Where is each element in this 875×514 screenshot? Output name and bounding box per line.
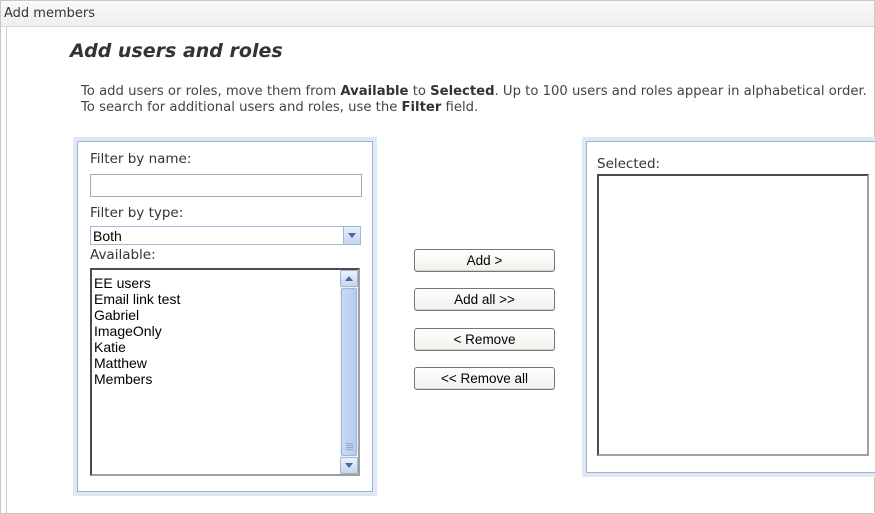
- filter-by-name-input[interactable]: [90, 174, 362, 197]
- list-item[interactable]: Email link test: [94, 291, 180, 307]
- add-members-window: Add members Add users and roles To add u…: [0, 0, 875, 514]
- filter-by-type-label: Filter by type:: [90, 205, 184, 221]
- available-panel: Filter by name: Filter by type: Both Ava…: [77, 141, 373, 492]
- scroll-down-arrow-icon[interactable]: [340, 457, 358, 474]
- available-scrollbar[interactable]: [340, 270, 358, 474]
- remove-all-button[interactable]: << Remove all: [414, 367, 555, 390]
- instructions-text: To add users or roles, move them from Av…: [81, 84, 871, 116]
- instructions-filter-word: Filter: [401, 100, 442, 115]
- scroll-thumb[interactable]: [341, 288, 357, 456]
- scroll-grip-icon: [346, 443, 353, 444]
- list-item[interactable]: Members: [94, 371, 180, 387]
- scroll-up-arrow-icon[interactable]: [340, 270, 358, 287]
- selected-listbox[interactable]: [597, 174, 869, 456]
- list-item[interactable]: EE users: [94, 275, 180, 291]
- filter-by-type-select[interactable]: Both: [90, 226, 361, 245]
- remove-button[interactable]: < Remove: [414, 328, 555, 351]
- window-titlebar: Add members: [1, 1, 874, 27]
- available-list: EE users Email link test Gabriel ImageOn…: [94, 275, 180, 387]
- add-all-button[interactable]: Add all >>: [414, 288, 555, 311]
- window-title: Add members: [4, 6, 95, 21]
- instructions-selected-word: Selected: [430, 84, 495, 99]
- selected-label: Selected:: [597, 156, 661, 172]
- filter-by-name-label: Filter by name:: [90, 151, 192, 167]
- add-button[interactable]: Add >: [414, 249, 555, 272]
- list-item[interactable]: Gabriel: [94, 307, 180, 323]
- instructions-part-2: to: [408, 84, 431, 99]
- filter-by-type-value: Both: [93, 228, 122, 244]
- instructions-available-word: Available: [340, 84, 409, 99]
- list-item[interactable]: Katie: [94, 339, 180, 355]
- chevron-down-icon[interactable]: [343, 227, 360, 244]
- instructions-part-1: To add users or roles, move them from: [81, 84, 341, 99]
- available-listbox[interactable]: EE users Email link test Gabriel ImageOn…: [90, 268, 360, 476]
- list-item[interactable]: Matthew: [94, 355, 180, 371]
- selected-panel: Selected:: [586, 141, 875, 473]
- list-item[interactable]: ImageOnly: [94, 323, 180, 339]
- instructions-part-4: field.: [441, 100, 479, 115]
- window-left-border: [1, 27, 7, 513]
- available-label: Available:: [90, 247, 156, 263]
- page-title: Add users and roles: [70, 40, 283, 62]
